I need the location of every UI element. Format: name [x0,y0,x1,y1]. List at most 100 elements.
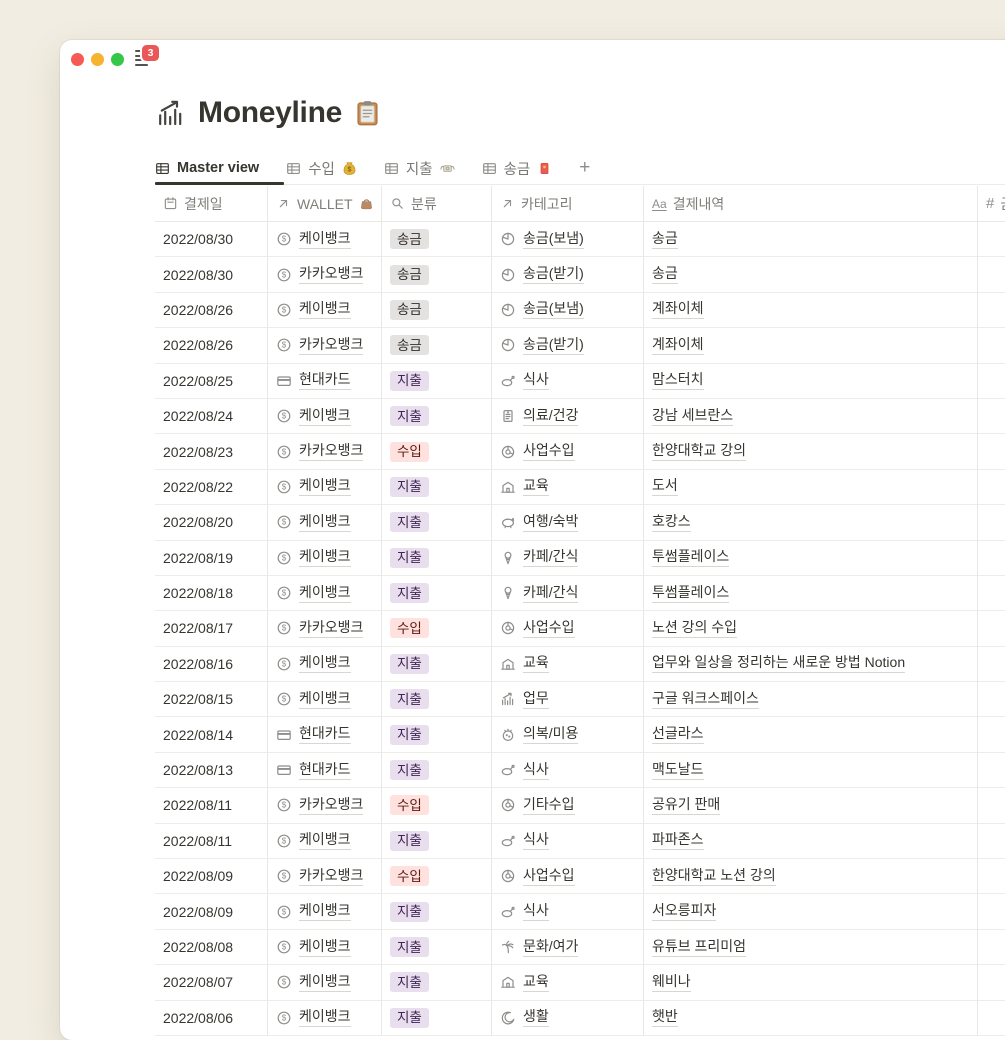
cell-wallet[interactable]: $ 카카오뱅크 [268,257,382,292]
wallet-link[interactable]: 카카오뱅크 [299,619,364,638]
detail-link[interactable]: 투썸플레이스 [652,548,730,568]
column-header-detail[interactable]: Aa 결제내역 [644,186,978,221]
cell-category[interactable]: 송금(받기) [492,257,644,292]
cell-category[interactable]: 식사 [492,363,644,398]
detail-link[interactable]: 웨비나 [652,973,691,992]
zoom-button[interactable] [111,53,124,66]
cell-amount[interactable] [978,965,1005,999]
cell-amount[interactable] [978,682,1005,716]
category-link[interactable]: 생활 [523,1008,549,1028]
wallet-link[interactable]: 현대카드 [299,725,351,745]
cell-type[interactable]: 지출 [382,965,492,1000]
cell-wallet[interactable]: $ 카카오뱅크 [268,788,382,823]
cell-detail[interactable]: 송금 [644,222,978,257]
cell-date[interactable]: 2022/08/19 [155,540,268,575]
wallet-link[interactable]: 카카오뱅크 [299,336,364,355]
cell-type[interactable]: 지출 [382,682,492,717]
category-link[interactable]: 송금(받기) [523,336,584,355]
cell-wallet[interactable]: $ 케이뱅크 [268,505,382,540]
cell-detail[interactable]: 유튜브 프리미엄 [644,929,978,965]
cell-wallet[interactable]: $ 케이뱅크 [268,575,382,611]
wallet-link[interactable]: 현대카드 [299,371,351,391]
cell-date[interactable]: 2022/08/06 [155,1000,268,1035]
wallet-link[interactable]: 케이뱅크 [299,902,351,922]
cell-category[interactable]: 송금(보냄) [492,292,644,328]
category-link[interactable]: 식사 [523,761,549,780]
cell-wallet[interactable]: $ 카카오뱅크 [268,859,382,894]
cell-date[interactable]: 2022/08/14 [155,717,268,752]
cell-category[interactable]: 교육 [492,469,644,505]
column-header-amount[interactable]: # 금액 [978,186,1005,221]
cell-date[interactable]: 2022/08/20 [155,505,268,540]
cell-detail[interactable]: 맥도날드 [644,752,978,788]
wallet-link[interactable]: 케이뱅크 [299,690,351,709]
notification-badge[interactable]: 3 [142,45,159,61]
cell-category[interactable]: 여행/숙박 [492,505,644,540]
cell-wallet[interactable]: $ 케이뱅크 [268,1000,382,1035]
cell-amount[interactable] [978,1001,1005,1035]
cell-wallet[interactable]: $ 케이뱅크 [268,894,382,929]
cell-type[interactable]: 지출 [382,363,492,398]
cell-amount[interactable] [978,541,1005,575]
cell-wallet[interactable]: $ 케이뱅크 [268,823,382,859]
cell-category[interactable]: 사업수입 [492,611,644,646]
cell-type[interactable]: 수입 [382,859,492,894]
category-link[interactable]: 사업수입 [523,867,575,886]
cell-category[interactable]: 업무 [492,682,644,717]
cell-wallet[interactable]: 현대카드 [268,717,382,752]
cell-amount[interactable] [978,894,1005,928]
cell-date[interactable]: 2022/08/22 [155,469,268,505]
detail-link[interactable]: 서오릉피자 [652,902,717,922]
detail-link[interactable]: 맘스터치 [652,371,704,391]
cell-type[interactable]: 수입 [382,788,492,823]
cell-date[interactable]: 2022/08/30 [155,257,268,292]
cell-detail[interactable]: 강남 세브란스 [644,398,978,434]
cell-category[interactable]: 식사 [492,752,644,788]
cell-date[interactable]: 2022/08/30 [155,222,268,257]
cell-detail[interactable]: 파파존스 [644,823,978,859]
cell-detail[interactable]: 노션 강의 수입 [644,611,978,646]
wallet-link[interactable]: 케이뱅크 [299,654,351,674]
cell-detail[interactable]: 계좌이체 [644,328,978,363]
cell-wallet[interactable]: 현대카드 [268,363,382,398]
cell-detail[interactable]: 송금 [644,257,978,292]
cell-type[interactable]: 지출 [382,540,492,575]
detail-link[interactable]: 노션 강의 수입 [652,619,738,638]
tab-expense-view[interactable]: 지출 [384,158,455,179]
wallet-link[interactable]: 케이뱅크 [299,548,351,568]
cell-wallet[interactable]: $ 카카오뱅크 [268,434,382,469]
cell-amount[interactable] [978,611,1005,645]
detail-link[interactable]: 파파존스 [652,831,704,851]
wallet-link[interactable]: 케이뱅크 [299,973,351,992]
cell-detail[interactable]: 햇반 [644,1000,978,1035]
cell-detail[interactable]: 도서 [644,469,978,505]
wallet-link[interactable]: 케이뱅크 [299,584,351,603]
cell-amount[interactable] [978,257,1005,291]
category-link[interactable]: 기타수입 [523,796,575,815]
detail-link[interactable]: 한양대학교 강의 [652,442,747,462]
category-link[interactable]: 식사 [523,831,549,851]
minimize-button[interactable] [91,53,104,66]
detail-link[interactable]: 송금 [652,230,678,249]
category-link[interactable]: 카페/간식 [523,548,579,568]
column-header-type[interactable]: 분류 [382,186,492,221]
cell-date[interactable]: 2022/08/13 [155,752,268,788]
cell-wallet[interactable]: $ 케이뱅크 [268,469,382,505]
detail-link[interactable]: 계좌이체 [652,336,704,355]
cell-date[interactable]: 2022/08/07 [155,965,268,1000]
cell-detail[interactable]: 한양대학교 노션 강의 [644,859,978,894]
cell-date[interactable]: 2022/08/09 [155,894,268,929]
wallet-link[interactable]: 카카오뱅크 [299,867,364,886]
cell-wallet[interactable]: $ 케이뱅크 [268,646,382,682]
cell-type[interactable]: 송금 [382,292,492,328]
category-link[interactable]: 카페/간식 [523,584,579,603]
cell-type[interactable]: 송금 [382,328,492,363]
cell-date[interactable]: 2022/08/11 [155,788,268,823]
cell-date[interactable]: 2022/08/08 [155,929,268,965]
cell-amount[interactable] [978,364,1005,398]
cell-amount[interactable] [978,470,1005,504]
cell-amount[interactable] [978,717,1005,751]
cell-date[interactable]: 2022/08/26 [155,292,268,328]
category-link[interactable]: 사업수입 [523,442,575,462]
cell-detail[interactable]: 계좌이체 [644,292,978,328]
